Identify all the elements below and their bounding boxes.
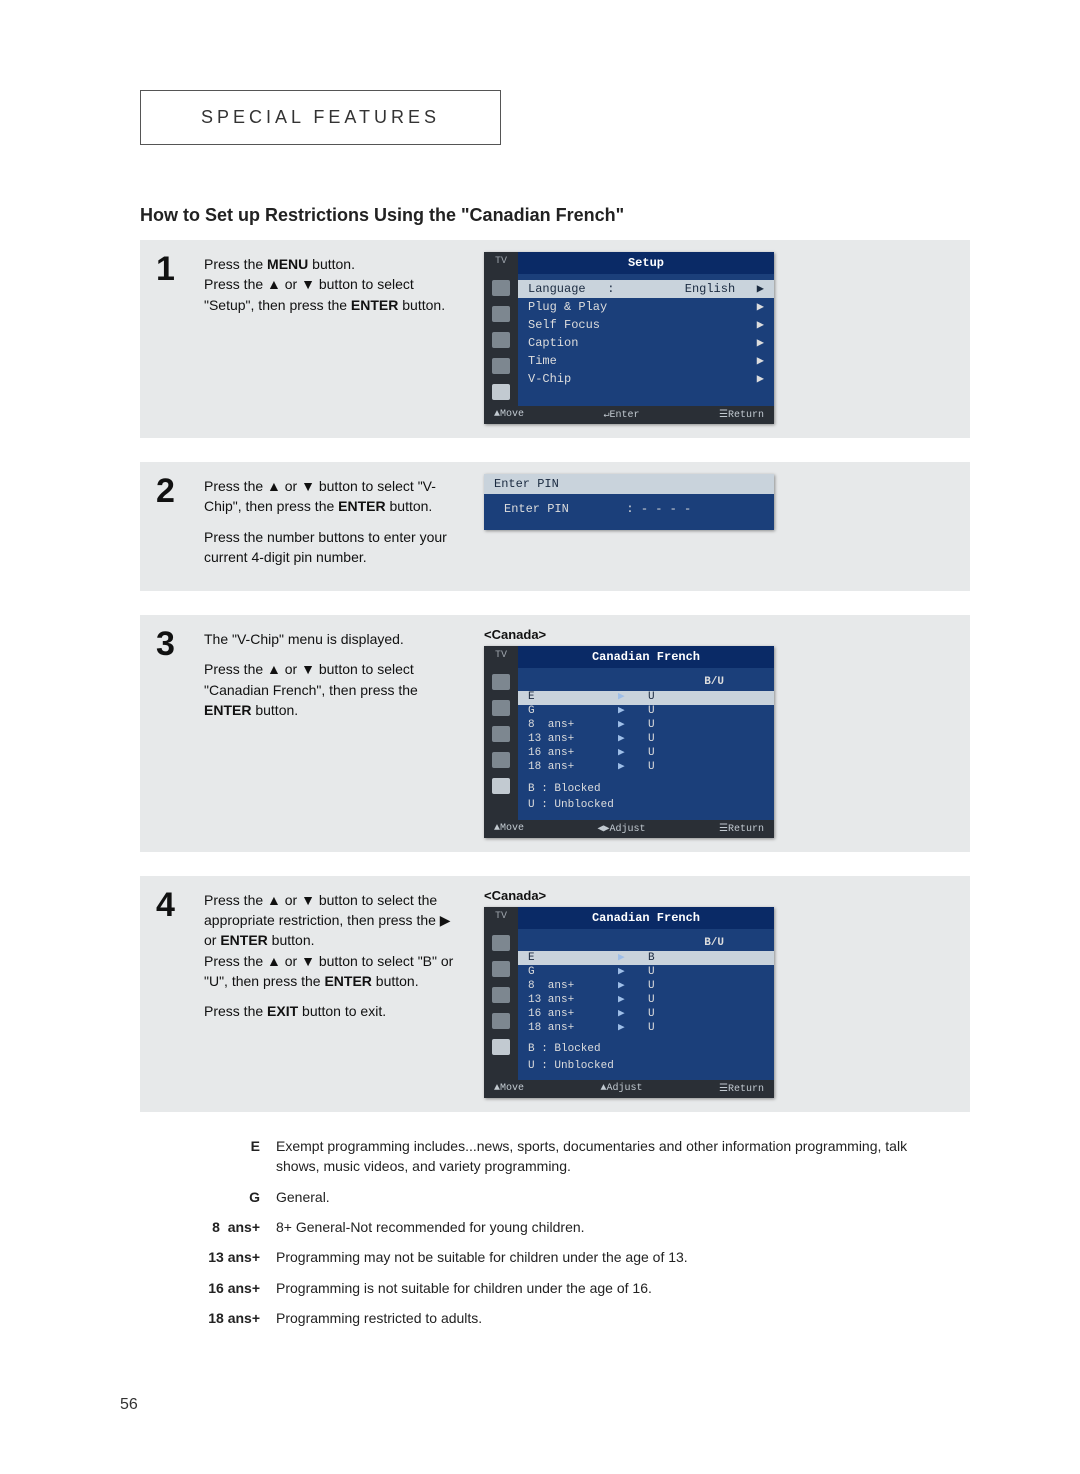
sound-icon: [492, 700, 510, 716]
osd-menu-row: V-Chip▶: [528, 370, 764, 388]
channel-icon: [492, 987, 510, 1003]
step-3-number: 3: [156, 627, 184, 661]
page-number: 56: [120, 1396, 138, 1414]
channel-icon: [492, 726, 510, 742]
arrow-right-icon: ▶: [618, 759, 648, 776]
osd-icon-column: [484, 668, 518, 820]
osd-canadian-french-4: TV Canadian French B/U E▶BG▶U8 ans+▶U13 …: [484, 907, 774, 1099]
definition-key: 18 ans+: [180, 1308, 276, 1328]
step-2-number: 2: [156, 474, 184, 508]
definition-row: EExempt programming includes...news, spo…: [180, 1136, 940, 1177]
setup-icon: [492, 1039, 510, 1055]
osd-pin-title: Enter PIN: [484, 474, 774, 494]
osd-setup-rows: Language :English ▶Plug & Play▶Self Focu…: [518, 274, 774, 406]
setup-icon: [492, 384, 510, 400]
ratings-definitions: EExempt programming includes...news, spo…: [140, 1136, 970, 1328]
osd4-header: B/U: [528, 935, 764, 952]
picture-icon: [492, 674, 510, 690]
osd-rating-row: 18 ans+▶U: [528, 1021, 764, 1035]
osd3-header: B/U: [528, 674, 764, 691]
arrow-right-icon: ▶: [618, 1020, 648, 1037]
step-4: 4 Press the ▲ or ▼ button to select the …: [140, 876, 970, 1113]
definition-row: 13 ans+Programming may not be suitable f…: [180, 1247, 940, 1267]
picture-icon: [492, 280, 510, 296]
step-4-text: Press the ▲ or ▼ button to select the ap…: [204, 886, 464, 1032]
osd-setup-menu: TV Setup Language :English ▶Plug & Play▶…: [484, 252, 774, 424]
function-icon: [492, 358, 510, 374]
picture-icon: [492, 935, 510, 951]
step-3: 3 The "V-Chip" menu is displayed. Press …: [140, 615, 970, 852]
osd-menu-row: Language :English ▶: [518, 280, 774, 298]
step-1-osd-wrap: TV Setup Language :English ▶Plug & Play▶…: [484, 250, 954, 424]
step-3-osd-wrap: <Canada> TV Canadian French B/U: [484, 625, 954, 838]
definition-value: 8+ General-Not recommended for young chi…: [276, 1217, 940, 1237]
osd-canadian-french-3: TV Canadian French B/U E▶UG▶U8 ans+▶U13 …: [484, 646, 774, 838]
definition-row: 8 ans+8+ General-Not recommended for you…: [180, 1217, 940, 1237]
step-1-number: 1: [156, 252, 184, 286]
page-subtitle: How to Set up Restrictions Using the "Ca…: [140, 205, 970, 226]
osd-pin-body: Enter PIN : - - - -: [484, 494, 774, 530]
osd-tv-label: TV: [484, 252, 518, 274]
step-2-osd-wrap: Enter PIN Enter PIN : - - - -: [484, 472, 954, 530]
definition-value: General.: [276, 1187, 940, 1207]
definition-key: G: [180, 1187, 276, 1207]
definition-row: GGeneral.: [180, 1187, 940, 1207]
osd-tv-label: TV: [484, 646, 518, 668]
step-3-osd-caption: <Canada>: [484, 627, 546, 642]
step-2-text: Press the ▲ or ▼ button to select "V-Chi…: [204, 472, 464, 577]
step-3-text: The "V-Chip" menu is displayed. Press th…: [204, 625, 464, 730]
osd3-legend: B : Blocked U : Unblocked: [528, 781, 764, 814]
osd-title: Canadian French: [518, 907, 774, 929]
osd-footer: ▲Move ▲Adjust ☰Return: [484, 1080, 774, 1098]
definition-value: Exempt programming includes...news, spor…: [276, 1136, 940, 1177]
definition-key: 16 ans+: [180, 1278, 276, 1298]
osd-rating-row: 18 ans+▶U: [528, 761, 764, 775]
step-4-osd-wrap: <Canada> TV Canadian French B/U: [484, 886, 954, 1099]
definition-value: Programming may not be suitable for chil…: [276, 1247, 940, 1267]
step-1: 1 Press the MENU button. Press the ▲ or …: [140, 240, 970, 438]
step-1-text: Press the MENU button. Press the ▲ or ▼ …: [204, 250, 464, 325]
step-2: 2 Press the ▲ or ▼ button to select "V-C…: [140, 462, 970, 591]
osd-menu-row: Time▶: [528, 352, 764, 370]
definition-value: Programming restricted to adults.: [276, 1308, 940, 1328]
section-label: SPECIAL FEATURES: [140, 90, 501, 145]
manual-page: SPECIAL FEATURES How to Set up Restricti…: [0, 0, 1080, 1474]
osd-menu-row: Caption▶: [528, 334, 764, 352]
osd-title: Canadian French: [518, 646, 774, 668]
osd3-content: B/U E▶UG▶U8 ans+▶U13 ans+▶U16 ans+▶U18 a…: [518, 668, 774, 820]
function-icon: [492, 752, 510, 768]
section-label-text: SPECIAL FEATURES: [201, 107, 440, 127]
osd-icon-column: [484, 274, 518, 406]
sound-icon: [492, 306, 510, 322]
definition-key: 8 ans+: [180, 1217, 276, 1237]
channel-icon: [492, 332, 510, 348]
osd-footer: ▲Move ◀▶Adjust ☰Return: [484, 820, 774, 838]
step-4-number: 4: [156, 888, 184, 922]
step-4-osd-caption: <Canada>: [484, 888, 546, 903]
definition-row: 18 ans+Programming restricted to adults.: [180, 1308, 940, 1328]
sound-icon: [492, 961, 510, 977]
definition-key: E: [180, 1136, 276, 1156]
osd-title: Setup: [518, 252, 774, 274]
definition-row: 16 ans+Programming is not suitable for c…: [180, 1278, 940, 1298]
osd-menu-row: Self Focus▶: [528, 316, 764, 334]
osd-footer: ▲Move ↵Enter ☰Return: [484, 406, 774, 424]
osd-menu-row: Plug & Play▶: [528, 298, 764, 316]
function-icon: [492, 1013, 510, 1029]
osd4-content: B/U E▶BG▶U8 ans+▶U13 ans+▶U16 ans+▶U18 a…: [518, 929, 774, 1081]
osd4-legend: B : Blocked U : Unblocked: [528, 1041, 764, 1074]
osd-icon-column: [484, 929, 518, 1081]
osd-enter-pin: Enter PIN Enter PIN : - - - -: [484, 474, 774, 530]
definition-key: 13 ans+: [180, 1247, 276, 1267]
definition-value: Programming is not suitable for children…: [276, 1278, 940, 1298]
osd-tv-label: TV: [484, 907, 518, 929]
setup-icon: [492, 778, 510, 794]
